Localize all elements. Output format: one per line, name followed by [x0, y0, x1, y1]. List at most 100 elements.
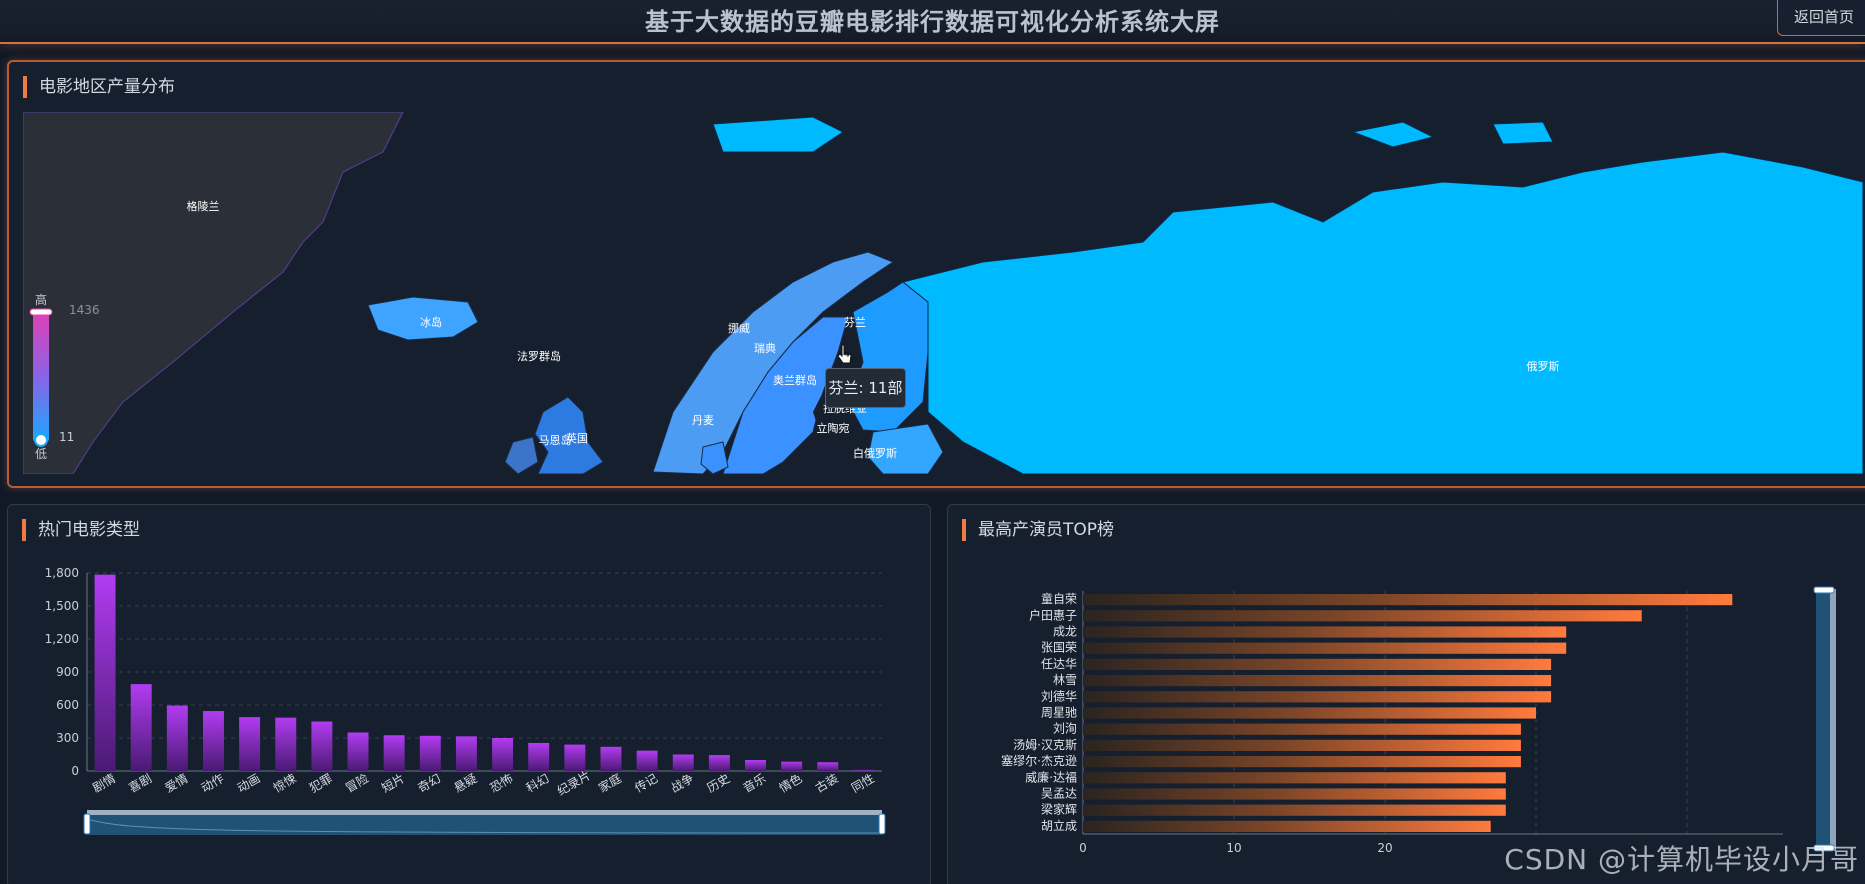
- y-tick-label: 0: [71, 764, 79, 778]
- x-tick-label: 短片: [379, 771, 407, 795]
- label-greenland: 格陵兰: [187, 199, 220, 213]
- genre-bar: [275, 717, 297, 771]
- x-tick-label: 科幻: [524, 771, 552, 795]
- y-tick-label: 吴孟达: [1041, 787, 1077, 801]
- genre-bar: [817, 762, 839, 771]
- back-home-button[interactable]: 返回首页: [1776, 0, 1865, 36]
- y-tick-label: 1,200: [45, 632, 79, 646]
- legend-high-label: 高: [35, 292, 47, 307]
- label-isle-of-man: 马恩岛: [539, 433, 572, 447]
- actor-bar: [1083, 820, 1491, 832]
- genre-bar: [166, 705, 188, 771]
- x-tick-label: 传记: [632, 770, 660, 795]
- y-tick-label: 威廉·达福: [1025, 769, 1077, 784]
- x-tick-label: 同性: [849, 771, 877, 795]
- x-tick-label: 20: [1377, 841, 1392, 855]
- x-tick-label: 动作: [199, 771, 227, 795]
- label-norway: 挪威: [728, 321, 750, 335]
- x-tick-label: 古装: [812, 770, 840, 795]
- actor-bar: [1083, 707, 1536, 719]
- region-greenland: [23, 112, 404, 474]
- genre-bar: [564, 744, 586, 771]
- map-panel-title: 电影地区产量分布: [23, 76, 175, 98]
- actor-bar: [1083, 691, 1552, 703]
- x-tick-label: 家庭: [596, 770, 624, 795]
- actor-bar: [1083, 658, 1552, 670]
- genre-bar: [347, 732, 369, 771]
- x-tick-label: 冒险: [343, 770, 371, 795]
- actor-bar: [1083, 772, 1506, 784]
- x-tick-label: 音乐: [740, 770, 768, 795]
- region-russia: [901, 151, 1863, 474]
- y-tick-label: 林雪: [1053, 673, 1077, 687]
- y-tick-label: 周星驰: [1041, 706, 1077, 720]
- x-tick-label: 情色: [777, 771, 805, 795]
- genre-bar: [745, 760, 767, 771]
- y-tick-label: 梁家辉: [1041, 802, 1077, 817]
- actor-panel: 最高产演员TOP榜 0 10 20 童自荣 户田惠子 成龙 张国荣 任达华 林雪 刘德华 周星驰 刘洵…: [947, 504, 1865, 884]
- x-tick-label: 奇幻: [415, 771, 443, 795]
- actor-bar: [1083, 626, 1567, 638]
- label-denmark: 丹麦: [692, 414, 714, 427]
- region-arctic-islands: [712, 116, 1554, 153]
- y-tick-label: 任达华: [1041, 657, 1077, 671]
- label-lithuania: 立陶宛: [817, 421, 850, 435]
- y-tick-label: 600: [56, 698, 79, 712]
- genre-bar: [492, 738, 514, 771]
- x-tick-label: 剧情: [90, 771, 118, 795]
- genre-bar: [311, 721, 333, 771]
- label-faroe: 法罗群岛: [517, 349, 561, 363]
- genre-bar: [708, 755, 730, 771]
- genre-bar: [853, 769, 875, 771]
- actor-bar: [1083, 788, 1506, 800]
- zoom-handle-right[interactable]: [878, 813, 886, 835]
- actor-bar: [1083, 594, 1733, 606]
- y-tick-label: 1,800: [45, 566, 79, 580]
- x-tick-label: 爱情: [162, 771, 190, 795]
- zoom-handle-top[interactable]: [1813, 586, 1835, 594]
- y-tick-label: 300: [56, 731, 79, 745]
- y-tick-label: 成龙: [1053, 625, 1077, 639]
- x-tick-label: 历史: [704, 771, 732, 795]
- label-aland: 奥兰群岛: [773, 373, 817, 387]
- genre-bar: [202, 711, 224, 771]
- genre-bar: [781, 761, 803, 771]
- x-tick-label: 犯罪: [307, 771, 335, 795]
- y-tick-label: 1,500: [45, 599, 79, 613]
- zoom-handle-left[interactable]: [83, 813, 91, 835]
- header: 基于大数据的豆瓣电影排行数据可视化分析系统大屏 返回首页: [0, 0, 1865, 44]
- actor-bar-chart[interactable]: 0 10 20 童自荣户田惠子成龙张国荣任达华林雪刘德华周星驰刘洵汤姆·汉克斯塞缪尔·…: [948, 551, 1865, 881]
- x-tick-label: 恐怖: [487, 770, 515, 795]
- y-tick-label: 汤姆·汉克斯: [1013, 738, 1077, 752]
- genre-panel-title: 热门电影类型: [22, 519, 140, 541]
- genre-bar: [419, 735, 441, 771]
- cursor-icon: [837, 344, 852, 364]
- actor-bar: [1083, 804, 1506, 816]
- x-tick-label: 10: [1226, 841, 1241, 855]
- actor-bar: [1083, 739, 1521, 751]
- actor-bar: [1083, 756, 1521, 768]
- watermark: CSDN @计算机毕设小月哥: [1504, 843, 1859, 876]
- label-russia: 俄罗斯: [1527, 360, 1560, 373]
- label-belarus: 白俄罗斯: [853, 446, 897, 460]
- actor-bar: [1083, 723, 1521, 735]
- genre-bar-chart[interactable]: 1,800 1,500 1,200 900 600 300 0 剧情 喜剧 爱情 动作 动画 惊悚 犯罪冒…: [12, 551, 922, 881]
- map-tooltip: 芬兰: 11部: [825, 368, 906, 408]
- label-iceland: 冰岛: [420, 315, 442, 329]
- y-tick-label: 户田惠子: [1029, 607, 1077, 622]
- x-tick-label: 0: [1079, 841, 1087, 855]
- map-panel: 电影地区产量分布 格陵兰 冰岛 法罗群岛 挪威 瑞典 芬兰 奥兰群岛 丹麦 拉脱…: [7, 60, 1865, 488]
- x-tick-label: 动画: [235, 771, 263, 795]
- y-tick-label: 张国荣: [1041, 641, 1077, 655]
- genre-panel: 热门电影类型 1,800 1,500 1,200 900 600 300 0 剧情 喜剧 爱情 动作…: [7, 504, 931, 884]
- x-tick-label: 悬疑: [451, 770, 479, 795]
- zoom-slider-edge: [1830, 589, 1836, 851]
- y-tick-label: 刘洵: [1053, 722, 1077, 736]
- y-tick-label: 刘德华: [1041, 688, 1077, 703]
- label-sweden: 瑞典: [754, 341, 776, 355]
- zoom-slider[interactable]: [87, 813, 882, 835]
- genre-bar: [636, 750, 658, 771]
- y-tick-label: 900: [56, 665, 79, 679]
- world-map[interactable]: 格陵兰 冰岛 法罗群岛 挪威 瑞典 芬兰 奥兰群岛 丹麦 拉脱维亚 立陶宛 白俄…: [23, 112, 1863, 474]
- genre-bar: [600, 746, 622, 771]
